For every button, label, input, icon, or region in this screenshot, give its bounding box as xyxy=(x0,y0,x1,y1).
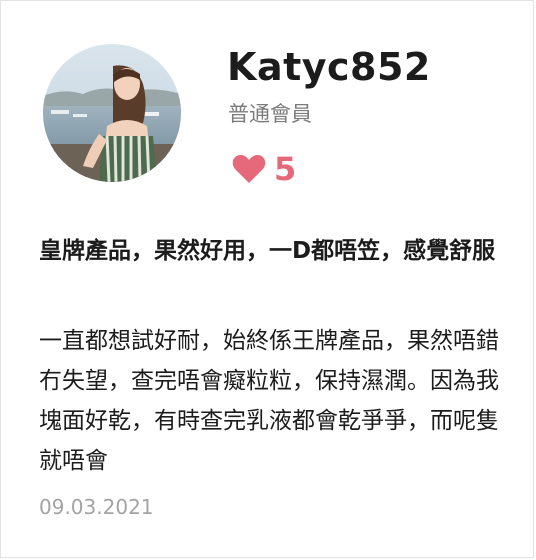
review-card: Katyc852 普通會員 5 皇牌產品，果然好用，一D都唔笠，感覺舒服 一直都… xyxy=(0,0,534,558)
review-date: 09.03.2021 xyxy=(39,495,154,519)
member-level-label: 普通會員 xyxy=(228,102,312,126)
username[interactable]: Katyc852 xyxy=(227,43,431,91)
likes[interactable]: 5 xyxy=(232,149,296,189)
avatar[interactable] xyxy=(43,44,181,182)
review-body: 一直都想試好耐，始終係王牌產品，果然唔錯冇失望，查完唔會癡粒粒，保持濕潤。因為我… xyxy=(39,328,499,474)
review-title: 皇牌產品，果然好用，一D都唔笠，感覺舒服 xyxy=(39,238,496,264)
heart-icon[interactable] xyxy=(232,154,266,184)
like-count: 5 xyxy=(274,150,297,188)
avatar-photo xyxy=(43,44,181,182)
